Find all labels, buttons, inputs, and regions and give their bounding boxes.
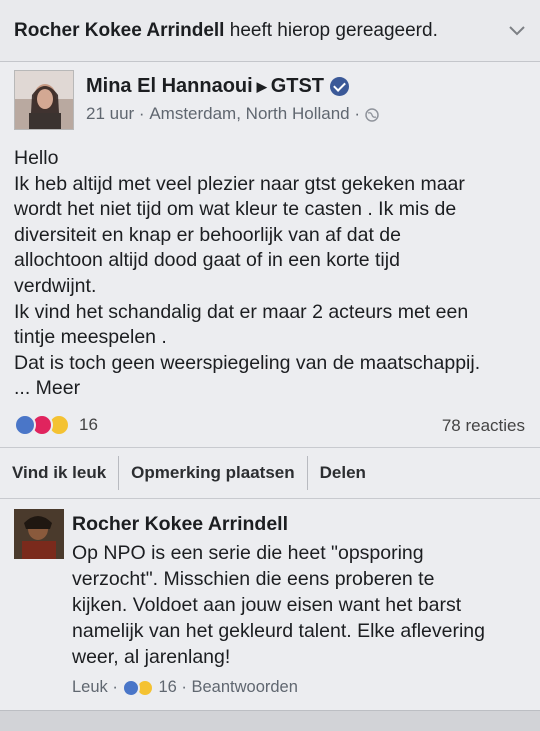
comment-line: namelijk van het gekleurd talent. Elke a… (72, 620, 485, 642)
notification-message: heeft hierop gereageerd. (224, 19, 438, 41)
comment-reaction-count[interactable]: 16 (158, 678, 176, 697)
notification-text: Rocher Kokee Arrindell heeft hierop gere… (14, 20, 506, 42)
reply-button[interactable]: Beantwoorden (191, 678, 297, 697)
like-reaction-icon (14, 414, 36, 436)
comment-text: Op NPO is een serie die heet "opsporing … (72, 540, 532, 670)
post-line: verdwijnt. (14, 274, 97, 297)
post-line: Hello (14, 147, 59, 169)
feed-divider (0, 710, 540, 731)
post-location[interactable]: Amsterdam, North Holland (149, 104, 349, 124)
notification-bar[interactable]: Rocher Kokee Arrindell heeft hierop gere… (0, 0, 540, 62)
post-line: wordt het niet tijd om wat kleur te cast… (14, 198, 457, 221)
comments-count-link[interactable]: 78 reacties (442, 416, 525, 436)
arrow-right-icon: ▶ (256, 78, 267, 94)
comment-footer: Leuk · 16 · Beantwoorden (72, 678, 532, 697)
post-target-page[interactable]: GTST (271, 75, 324, 98)
notification-actor[interactable]: Rocher Kokee Arrindell (14, 20, 224, 41)
action-bar: Vind ik leuk Opmerking plaatsen Delen (0, 447, 540, 499)
post-line: Dat is toch geen weerspiegeling van de m… (14, 351, 481, 374)
reaction-summary[interactable]: 16 (14, 414, 98, 436)
comment-line: verzocht". Misschien die eens proberen t… (72, 568, 435, 590)
like-button[interactable]: Vind ik leuk (0, 456, 120, 490)
footer-separator: · (176, 678, 192, 696)
comment-author[interactable]: Rocher Kokee Arrindell (72, 513, 532, 536)
post-header: Mina El Hannaoui ▶ GTST 21 uur · Amsterd… (86, 75, 379, 124)
like-reaction-icon (122, 678, 141, 697)
post-body: Hello Ik heb altijd met veel plezier naa… (14, 146, 529, 402)
avatar[interactable] (14, 70, 74, 130)
see-more-link[interactable]: ... Meer (14, 376, 529, 402)
post-meta: 21 uur · Amsterdam, North Holland · (86, 104, 379, 124)
comment-button[interactable]: Opmerking plaatsen (119, 456, 308, 490)
meta-separator: · (349, 104, 361, 123)
comment-like-button[interactable]: Leuk (72, 678, 108, 697)
meta-separator: · (134, 104, 150, 123)
comment-line: Op NPO is een serie die heet "opsporing (72, 542, 424, 564)
post-line: allochtoon altijd dood gaat of in een ko… (14, 249, 400, 272)
comment-line: weer, al jarenlang! (72, 646, 231, 668)
post-author[interactable]: Mina El Hannaoui (86, 75, 253, 98)
comment-avatar[interactable] (14, 509, 64, 559)
post-card: Mina El Hannaoui ▶ GTST 21 uur · Amsterd… (0, 62, 540, 710)
globe-icon (365, 107, 379, 122)
comment: Rocher Kokee Arrindell Op NPO is een ser… (72, 513, 532, 697)
post-line: diversiteit en knap er behoorlijk van af… (14, 223, 401, 246)
verified-badge-icon (330, 77, 350, 96)
chevron-down-icon[interactable] (506, 20, 528, 42)
post-author-line: Mina El Hannaoui ▶ GTST (86, 75, 379, 98)
reaction-count: 16 (79, 415, 98, 434)
post-line: Ik vind het schandalig dat er maar 2 act… (14, 300, 469, 323)
share-button[interactable]: Delen (308, 456, 378, 490)
footer-separator: · (107, 678, 123, 696)
post-time[interactable]: 21 uur (86, 104, 134, 124)
post-line: tintje meespelen . (14, 326, 167, 349)
comment-line: kijken. Voldoet aan jouw eisen want het … (72, 594, 462, 616)
post-line: Ik heb altijd met veel plezier naar gtst… (14, 172, 465, 195)
